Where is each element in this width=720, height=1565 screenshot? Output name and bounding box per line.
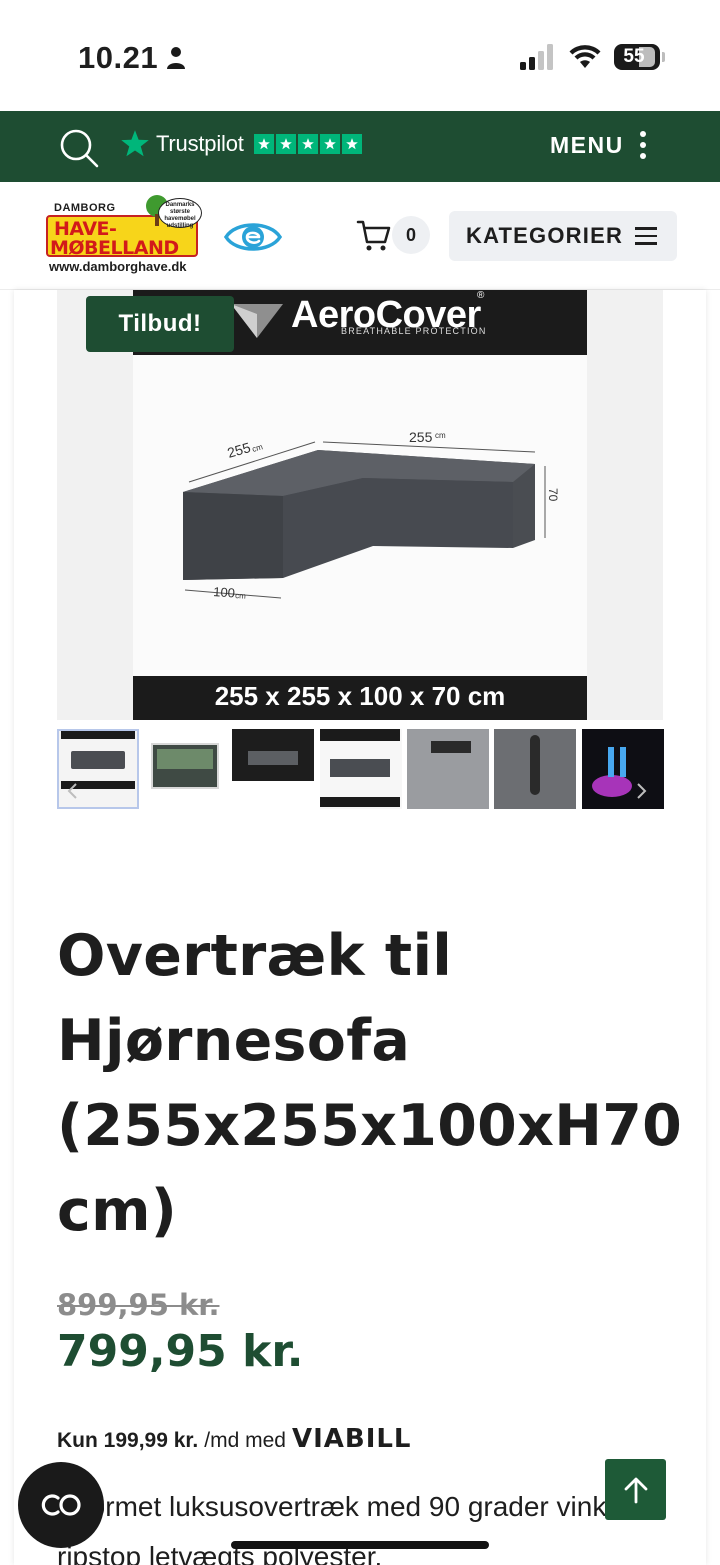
thumbnail-4[interactable] [320,729,402,809]
offer-badge: Tilbud! [86,296,234,352]
cart-count-badge: 0 [392,216,430,254]
product-photo: AeroCover ® BREATHABLE PROTECTION 255 cm… [133,290,587,720]
financing-text: /md med [204,1429,286,1452]
search-icon[interactable] [58,127,100,169]
dimension-label-depth: 100 [213,584,236,600]
star-icon [253,134,274,154]
chevron-left-icon[interactable] [63,781,83,801]
dimension-label-height: 70 [546,488,560,502]
star-icon [275,134,296,154]
star-icon [297,134,318,154]
site-logo[interactable]: DAMBORG HAVE- MØBELLAND Danmarks største… [46,195,204,276]
logo-badge: Danmarks største havemøbel udstilling [158,198,202,229]
cart-icon [356,220,391,251]
hamburger-icon [635,227,658,245]
battery-icon: 55 [614,44,665,70]
kebab-menu-icon [639,131,646,159]
logo-line-2: MØBELLAND [50,237,179,259]
trustpilot-star-icon [121,130,149,157]
thumbnail-6[interactable] [494,729,576,809]
menu-button[interactable]: MENU [550,131,646,159]
e-maerket-eye-icon[interactable] [224,218,282,256]
chat-button[interactable] [18,1462,104,1548]
sale-price: 799,95 kr. [57,1326,304,1377]
categories-label: KATEGORIER [466,223,624,248]
battery-level: 55 [623,46,645,67]
thumbnail-7[interactable] [582,729,664,809]
categories-button[interactable]: KATEGORIER [449,211,677,261]
thumbnail-strip [57,729,664,811]
aerocover-logo-icon [231,304,283,338]
product-main-image[interactable]: AeroCover ® BREATHABLE PROTECTION 255 cm… [57,290,663,720]
thumbnail-3[interactable] [232,729,314,809]
chevron-right-icon[interactable] [631,781,651,801]
trustpilot-stars [253,134,362,154]
home-indicator [231,1541,489,1549]
trustpilot-label: Trustpilot [156,131,244,156]
dimension-label-left: 255 [225,439,252,461]
status-bar: 10.21 55 [0,0,720,111]
person-icon [167,47,185,69]
menu-label: MENU [550,131,624,158]
viabill-logo: VIABILL [291,1424,412,1454]
old-price: 899,95 kr. [57,1288,220,1322]
star-icon [319,134,340,154]
dimension-unit-left: cm [251,442,264,454]
financing-amount: Kun 199,99 kr. [57,1429,199,1452]
logo-url: www.damborghave.dk [49,259,187,274]
financing-info[interactable]: Kun 199,99 kr. /md med VIABILL [57,1424,412,1454]
cart-button[interactable]: 0 [356,216,430,254]
star-icon [341,134,362,154]
arrow-up-icon [624,1477,647,1503]
dimension-label-right: 255 [409,430,433,445]
signal-icon [520,44,553,70]
status-time: 10.21 [78,40,159,75]
sofa-cover-illustration: 255 cm 255 cm 70 100 cm [183,430,560,600]
brand-registered-mark: ® [477,290,485,301]
wifi-icon [569,45,601,68]
product-title: Overtræk til Hjørnesofa (255x255x100xH70… [57,923,683,1244]
trustpilot-rating[interactable]: Trustpilot [120,129,362,159]
thumbnail-2[interactable] [145,729,227,809]
dimensions-caption: 255 x 255 x 100 x 70 cm [214,681,506,711]
chat-icon [41,1494,81,1516]
dimension-unit-depth: cm [235,591,247,600]
status-indicators: 55 [520,44,665,70]
logo-top-text: DAMBORG [54,202,116,214]
dimension-unit-right: cm [435,431,446,440]
scroll-to-top-button[interactable] [605,1459,666,1520]
product-description: L-formet luksusovertræk med 90 grader vi… [57,1491,643,1565]
brand-tagline: BREATHABLE PROTECTION [341,326,487,336]
thumbnail-5[interactable] [407,729,489,809]
